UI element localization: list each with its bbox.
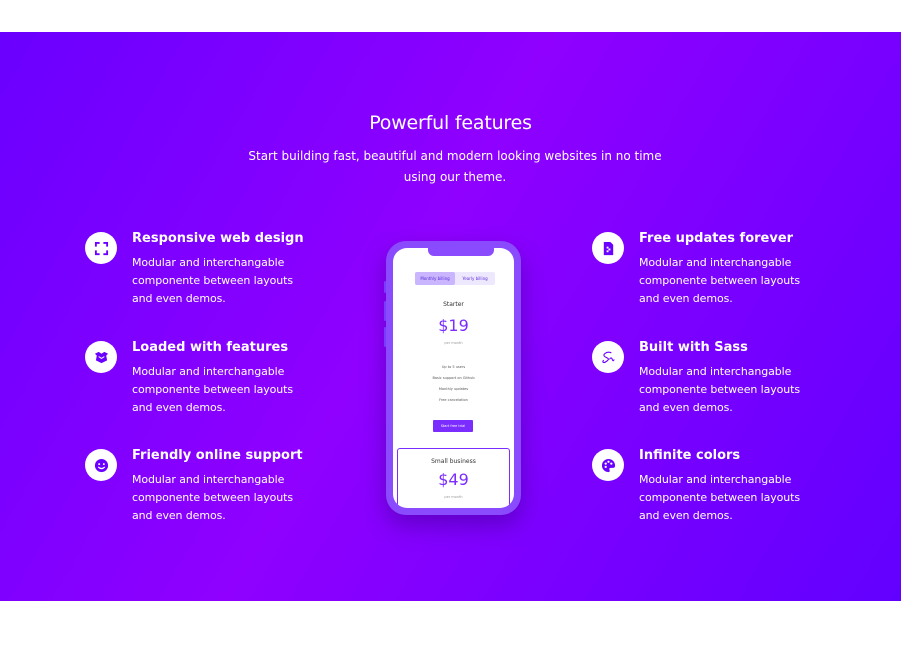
plan-price: $49 — [438, 470, 469, 489]
plan-name: Starter — [443, 301, 464, 308]
phone-side-button — [384, 301, 386, 321]
plan-price: $19 — [438, 316, 469, 335]
feature-title: Responsive web design — [132, 231, 304, 246]
section-subtitle: Start building fast, beautiful and moder… — [248, 149, 662, 184]
feature-title: Infinite colors — [639, 448, 741, 463]
feature-description: Modular and interchangable componente be… — [639, 473, 801, 522]
feature-title: Loaded with features — [132, 340, 289, 355]
feature-description: Modular and interchangable componente be… — [639, 256, 801, 305]
expand-icon — [85, 232, 117, 264]
plan-period: per month — [444, 341, 463, 345]
section-title: Powerful features — [369, 112, 532, 134]
smile-icon — [85, 449, 117, 481]
features-section: Powerful features Start building fast, b… — [0, 32, 901, 601]
plan-feature: Basic support on Github — [432, 376, 475, 380]
feature-loaded: Loaded with features Modular and interch… — [85, 340, 325, 431]
toggle-yearly: Yearly billing — [462, 276, 488, 281]
feature-sass: Built with Sass Modular and interchangab… — [592, 340, 832, 431]
feature-title: Friendly online support — [132, 448, 303, 463]
phone-side-button — [384, 281, 386, 293]
feature-title: Free updates forever — [639, 231, 794, 246]
phone-notch — [428, 248, 494, 256]
box-icon — [85, 341, 117, 373]
billing-toggle: Monthly billing Yearly billing — [415, 272, 495, 285]
phone-screen: Monthly billing Yearly billing Starter $… — [393, 248, 514, 508]
feature-responsive: Responsive web design Modular and interc… — [85, 231, 325, 322]
sass-icon — [592, 341, 624, 373]
feature-description: Modular and interchangable componente be… — [132, 256, 294, 305]
palette-icon — [592, 449, 624, 481]
plan-feature: Free cancelation — [439, 398, 468, 402]
phone-side-button — [384, 327, 386, 347]
feature-support: Friendly online support Modular and inte… — [85, 448, 325, 539]
feature-description: Modular and interchangable componente be… — [132, 473, 294, 522]
start-trial-button: Start free trial — [433, 420, 473, 432]
file-icon — [592, 232, 624, 264]
plan-feature: Up to 5 users — [441, 365, 466, 369]
feature-updates: Free updates forever Modular and interch… — [592, 231, 832, 322]
phone-mockup: Monthly billing Yearly billing Starter $… — [384, 241, 521, 515]
feature-colors: Infinite colors Modular and interchangab… — [592, 448, 832, 539]
plan-period: per month — [444, 495, 463, 499]
feature-description: Modular and interchangable componente be… — [639, 365, 801, 414]
feature-description: Modular and interchangable componente be… — [132, 365, 294, 414]
plan-feature: Monthly updates — [438, 387, 469, 391]
toggle-monthly: Monthly billing — [415, 272, 455, 285]
plan-name: Small business — [431, 458, 476, 465]
feature-title: Built with Sass — [639, 340, 748, 355]
